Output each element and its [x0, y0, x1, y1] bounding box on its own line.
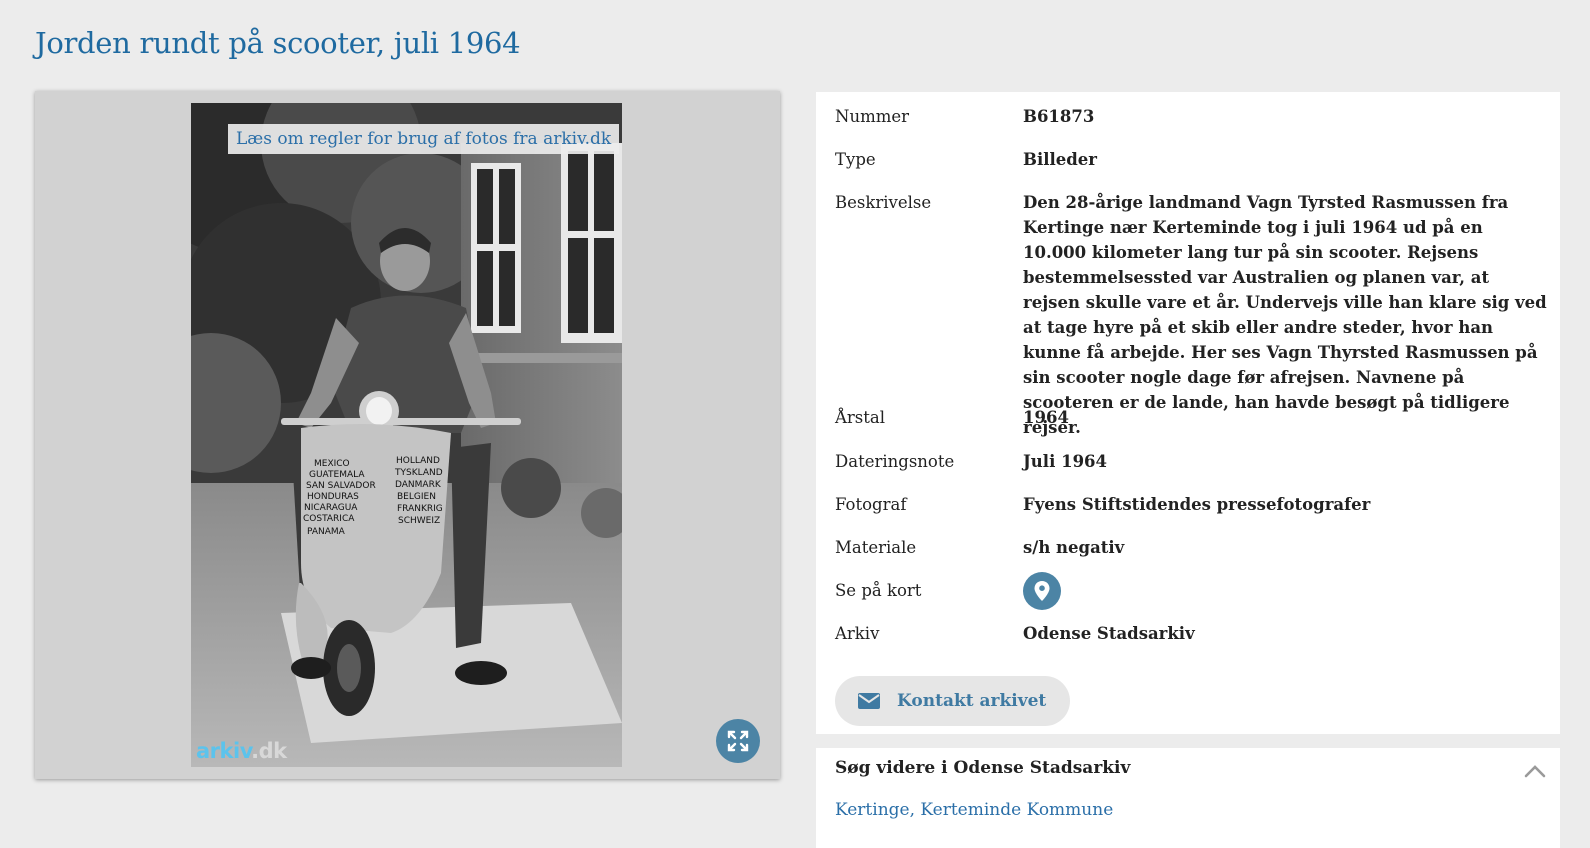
photo-illustration: MEXICO GUATEMALA SAN SALVADOR HONDURAS N… — [191, 103, 622, 767]
scooter-text-left-0: MEXICO — [314, 459, 350, 469]
page-title: Jorden rundt på scooter, juli 1964 — [35, 26, 521, 60]
map-pin-icon — [1034, 581, 1050, 601]
expand-icon — [727, 730, 749, 752]
meta-value-aarstal: 1964 — [1023, 408, 1069, 427]
scooter-text-right-5: SCHWEIZ — [398, 516, 440, 526]
meta-label-type: Type — [835, 150, 876, 169]
image-viewer: MEXICO GUATEMALA SAN SALVADOR HONDURAS N… — [35, 91, 780, 779]
contact-button-label: Kontakt arkivet — [897, 691, 1047, 711]
scooter-text-left-5: COSTARICA — [303, 514, 355, 524]
meta-value-nummer: B61873 — [1023, 107, 1095, 126]
meta-label-kort: Se på kort — [835, 581, 922, 600]
scooter-text-right-0: HOLLAND — [396, 456, 440, 466]
collapse-button[interactable] — [1522, 758, 1548, 784]
meta-value-beskrivelse: Den 28-årige landmand Vagn Tyrsted Rasmu… — [1023, 193, 1547, 437]
scooter-text-left-6: PANAMA — [307, 527, 346, 537]
envelope-icon — [857, 692, 881, 710]
meta-value-fotograf: Fyens Stiftstidendes pressefotografer — [1023, 495, 1371, 514]
photo-rules-link[interactable]: Læs om regler for brug af fotos fra arki… — [228, 124, 620, 154]
fullscreen-button[interactable] — [716, 719, 760, 763]
arkiv-watermark: arkiv.dk — [196, 739, 287, 763]
scooter-text-right-2: DANMARK — [395, 480, 442, 490]
meta-label-aarstal: Årstal — [835, 408, 886, 427]
scooter-text-left-1: GUATEMALA — [309, 470, 365, 480]
scooter-text-right-3: BELGIEN — [397, 492, 436, 502]
meta-label-materiale: Materiale — [835, 538, 917, 557]
scooter-text-right-4: FRANKRIG — [397, 504, 443, 514]
chevron-up-icon — [1524, 765, 1546, 778]
metadata-panel: Nummer B61873 Type Billeder Beskrivelse … — [816, 92, 1560, 734]
meta-value-dateringsnote: Juli 1964 — [1023, 452, 1108, 471]
archive-photo[interactable]: MEXICO GUATEMALA SAN SALVADOR HONDURAS N… — [191, 103, 622, 767]
meta-value-type: Billeder — [1023, 150, 1097, 169]
meta-label-nummer: Nummer — [835, 107, 910, 126]
scooter-text-left-2: SAN SALVADOR — [306, 481, 376, 491]
map-button[interactable] — [1023, 572, 1061, 610]
meta-label-dateringsnote: Dateringsnote — [835, 452, 955, 471]
search-further-panel: Søg videre i Odense Stadsarkiv Kertinge,… — [816, 748, 1560, 848]
scooter-text-right-1: TYSKLAND — [394, 468, 443, 478]
search-further-title: Søg videre i Odense Stadsarkiv — [835, 758, 1131, 778]
meta-label-fotograf: Fotograf — [835, 495, 907, 514]
contact-archive-button[interactable]: Kontakt arkivet — [835, 676, 1071, 726]
meta-value-arkiv: Odense Stadsarkiv — [1023, 624, 1195, 643]
watermark-dk: .dk — [251, 739, 287, 763]
scooter-text-left-4: NICARAGUA — [304, 503, 358, 513]
scooter-text-left-3: HONDURAS — [307, 492, 359, 502]
meta-label-arkiv: Arkiv — [835, 624, 880, 643]
meta-label-beskrivelse: Beskrivelse — [835, 193, 932, 212]
meta-value-materiale: s/h negativ — [1023, 538, 1125, 557]
watermark-arkiv: arkiv — [196, 739, 252, 763]
search-link-kertinge[interactable]: Kertinge, Kerteminde Kommune — [835, 800, 1113, 820]
